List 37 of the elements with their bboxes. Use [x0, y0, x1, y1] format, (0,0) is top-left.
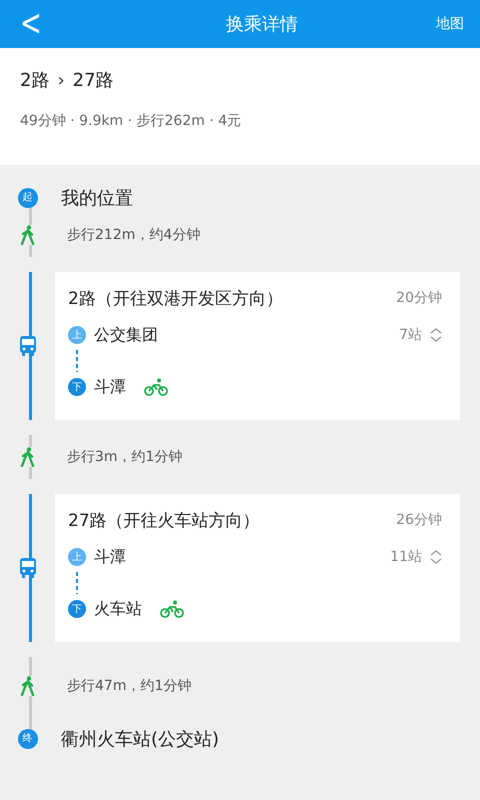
bus-segment-card[interactable]: 27路（开往火车站方向） 26分钟 上 斗潭 11站 下 火车站	[55, 494, 460, 642]
walking-person-icon	[20, 225, 36, 245]
walk-info: 步行3m，约1分钟	[67, 448, 182, 466]
stop-badge: 起	[18, 188, 38, 208]
walking-person-icon	[20, 447, 36, 467]
stop-count: 11站	[390, 548, 422, 566]
duration: 26分钟	[396, 511, 442, 529]
stop-name: 斗潭	[94, 546, 126, 568]
bicycle-icon	[160, 600, 184, 618]
page-title: 换乘详情	[226, 13, 298, 36]
stop-name: 火车站	[94, 598, 142, 620]
walk-info: 步行212m，约4分钟	[67, 226, 200, 244]
expand-icon[interactable]	[430, 328, 442, 342]
separator: ›	[57, 70, 65, 90]
board-badge: 上	[68, 548, 86, 566]
board-badge: 上	[68, 326, 86, 344]
stop-badge: 终	[18, 729, 38, 749]
bus-line-title: 2路（开往双港开发区方向）	[68, 288, 283, 310]
line-name: 2路	[20, 69, 50, 92]
stop-count: 7站	[399, 326, 422, 344]
bicycle-icon	[144, 378, 168, 396]
stop-name: 公交集团	[94, 324, 158, 346]
place-name: 我的位置	[61, 187, 133, 210]
route-meta: 49分钟 · 9.9km · 步行262m · 4元	[20, 112, 242, 130]
bus-segment-card[interactable]: 2路（开往双港开发区方向） 20分钟 上 公交集团 7站 下 斗潭	[55, 272, 460, 420]
stop-name: 斗潭	[94, 376, 126, 398]
expand-icon[interactable]	[430, 550, 442, 564]
line-name: 27路	[72, 69, 114, 92]
duration: 20分钟	[396, 289, 442, 307]
alight-badge: 下	[68, 600, 86, 618]
bus-icon	[18, 335, 36, 357]
alight-badge: 下	[68, 378, 86, 396]
walking-person-icon	[20, 676, 36, 696]
walk-info: 步行47m，约1分钟	[67, 677, 192, 695]
bus-icon	[18, 557, 36, 579]
place-name: 衢州火车站(公交站)	[61, 728, 220, 751]
bus-line-title: 27路（开往火车站方向）	[68, 510, 260, 532]
